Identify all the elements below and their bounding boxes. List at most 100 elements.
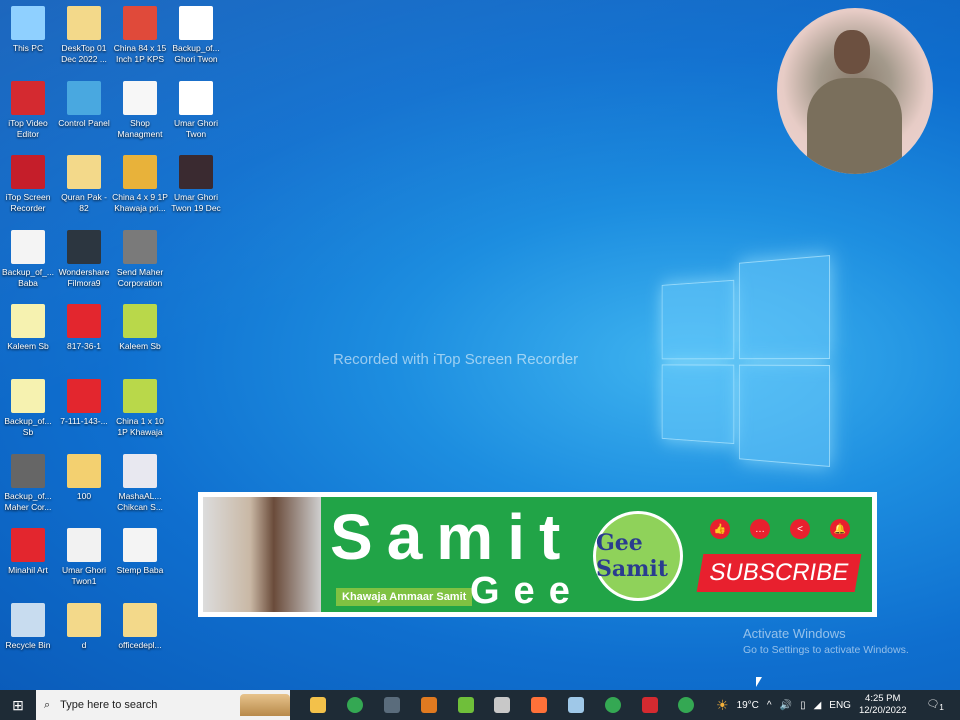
desktop-icon[interactable]: 817-36-1 bbox=[56, 304, 112, 352]
desktop-icon-label: China 4 x 9 1P Khawaja pri... bbox=[112, 192, 168, 214]
desktop-icon[interactable]: iTop Video Editor bbox=[0, 80, 56, 140]
clock-time: 4:25 PM bbox=[865, 693, 901, 704]
volume-icon[interactable]: 🔊 bbox=[780, 700, 792, 711]
taskbar-app-chrome-3[interactable] bbox=[668, 690, 705, 720]
calendar-app-icon bbox=[494, 697, 511, 713]
desktop-icon[interactable]: Kaleem Sb bbox=[0, 304, 56, 352]
desktop-icon[interactable]: officedepl... bbox=[112, 602, 168, 651]
chevron-up-icon[interactable]: ^ bbox=[767, 700, 772, 711]
taskbar-app-notes-app[interactable] bbox=[558, 690, 595, 720]
taskbar-app-calendar-app[interactable] bbox=[484, 690, 521, 720]
desktop-icon[interactable]: Backup_of... Sb bbox=[0, 379, 56, 438]
calculator-icon bbox=[383, 697, 400, 713]
desktop-icon[interactable]: Minahil Art bbox=[0, 528, 56, 576]
taskbar-app-corel[interactable] bbox=[447, 690, 484, 720]
file-icon bbox=[179, 80, 213, 115]
desktop-icon-label: Umar Ghori Twon 19 Dec bbox=[171, 192, 221, 214]
desktop-icon[interactable]: 100 bbox=[56, 453, 112, 502]
desktop-icon[interactable]: Shop Managment bbox=[112, 80, 168, 140]
search-placeholder: Type here to search bbox=[60, 699, 158, 711]
desktop-icon-label: iTop Video Editor bbox=[8, 117, 48, 139]
desktop-icon-label: Minahil Art bbox=[8, 565, 48, 576]
desktop-icon[interactable]: iTop Screen Recorder bbox=[0, 155, 56, 214]
search-icon: ⌕ bbox=[44, 698, 51, 711]
file-icon bbox=[11, 155, 45, 190]
itop-recorder-icon bbox=[641, 697, 658, 713]
notification-icon[interactable]: 🗨1 bbox=[927, 699, 944, 712]
desktop-icon[interactable]: Stemp Baba bbox=[112, 528, 168, 576]
desktop-icon[interactable]: Recycle Bin bbox=[0, 602, 56, 651]
desktop-icon-label: iTop Screen Recorder bbox=[5, 192, 51, 214]
windows-logo-wallpaper bbox=[661, 255, 830, 467]
desktop-icon[interactable]: This PC bbox=[0, 6, 56, 54]
chrome-2-icon bbox=[604, 697, 621, 713]
desktop-icon[interactable]: Backup_of_... Baba bbox=[0, 229, 56, 289]
desktop-icon[interactable]: d bbox=[56, 602, 112, 651]
corel-icon bbox=[457, 697, 474, 713]
desktop-icon-label: Backup_of... Maher Cor... bbox=[4, 490, 52, 512]
taskbar-app-calculator[interactable] bbox=[374, 690, 411, 720]
search-box[interactable]: ⌕ Type here to search bbox=[36, 690, 290, 720]
start-button[interactable]: ⊞ bbox=[0, 690, 36, 720]
file-icon bbox=[123, 6, 157, 40]
desktop-icon[interactable]: Umar Ghori Twon bbox=[168, 80, 224, 140]
desktop-icon-label: China 1 x 10 1P Khawaja bbox=[116, 416, 164, 437]
system-tray: ☀ 19°C ^ 🔊 ▯ ◢ ENG 4:25 PM 12/20/2022 🗨1 bbox=[716, 690, 944, 720]
wifi-icon[interactable]: ◢ bbox=[814, 700, 822, 711]
weather-icon[interactable]: ☀ bbox=[716, 697, 729, 714]
desktop-icon[interactable]: Send Maher Corporation bbox=[112, 229, 168, 289]
taskbar-app-photo-app[interactable] bbox=[410, 690, 447, 720]
desktop-icon-label: Kaleem Sb bbox=[119, 341, 161, 352]
banner-logo: Gee Samit bbox=[593, 511, 683, 601]
file-icon bbox=[11, 379, 45, 413]
desktop-icon[interactable]: Umar Ghori Twon1 bbox=[56, 528, 112, 587]
desktop-icon[interactable]: Quran Pak - 82 bbox=[56, 155, 112, 214]
banner-title: Samit bbox=[330, 501, 575, 573]
desktop-icon[interactable]: DeskTop 01 Dec 2022 ... bbox=[56, 6, 112, 65]
taskbar-app-file-explorer[interactable] bbox=[300, 690, 337, 720]
desktop-icon-label: Stemp Baba bbox=[116, 565, 164, 576]
desktop-icon-label: Wondershare Filmora9 bbox=[58, 266, 110, 288]
desktop-icon[interactable]: China 84 x 15 Inch 1P KPS bbox=[112, 6, 168, 65]
mouse-cursor bbox=[756, 677, 762, 687]
taskbar-app-chrome[interactable] bbox=[337, 690, 374, 720]
file-icon bbox=[123, 155, 157, 190]
desktop-icon[interactable]: Control Panel bbox=[56, 80, 112, 129]
desktop-icon[interactable]: 7-111-143-... bbox=[56, 379, 112, 427]
file-icon bbox=[11, 229, 45, 264]
subscribe-label: SUBSCRIBE bbox=[696, 554, 862, 592]
recorder-watermark: Recorded with iTop Screen Recorder bbox=[333, 351, 579, 368]
usb-icon[interactable]: ▯ bbox=[800, 700, 806, 711]
file-icon bbox=[67, 80, 101, 115]
taskbar-app-itop-recorder[interactable] bbox=[631, 690, 668, 720]
file-icon bbox=[123, 304, 157, 339]
weather-temp[interactable]: 19°C bbox=[737, 700, 759, 711]
desktop-icon[interactable]: Backup_of... Maher Cor... bbox=[0, 453, 56, 513]
desktop-icon-label: 100 bbox=[76, 490, 92, 501]
desktop-icon[interactable]: MashaAL... Chikcan S... bbox=[112, 453, 168, 513]
webcam-overlay bbox=[777, 8, 933, 174]
desktop-icon-label: Send Maher Corporation bbox=[116, 266, 164, 288]
like-icon: 👍 bbox=[710, 519, 730, 539]
channel-banner: Samit Khawaja Ammaar Samit Gee Gee Samit… bbox=[198, 492, 877, 617]
language-indicator[interactable]: ENG bbox=[829, 700, 851, 711]
chrome-icon bbox=[347, 697, 364, 713]
activate-windows-notice: Activate Windows Go to Settings to activ… bbox=[743, 626, 909, 656]
clock[interactable]: 4:25 PM 12/20/2022 bbox=[859, 693, 907, 717]
desktop-icon[interactable]: Backup_of... Ghori Twon bbox=[168, 6, 224, 65]
file-icon bbox=[67, 528, 101, 563]
activate-subtitle: Go to Settings to activate Windows. bbox=[743, 644, 909, 656]
desktop-icon-label: officedepl... bbox=[118, 639, 162, 650]
file-icon bbox=[11, 528, 45, 563]
clock-date: 12/20/2022 bbox=[858, 705, 907, 716]
desktop-icon[interactable]: China 4 x 9 1P Khawaja pri... bbox=[112, 155, 168, 214]
file-explorer-icon bbox=[310, 697, 327, 713]
desktop-icon-label: This PC bbox=[12, 43, 44, 53]
desktop-icon[interactable]: Umar Ghori Twon 19 Dec bbox=[168, 155, 224, 214]
taskbar-app-firefox[interactable] bbox=[521, 690, 558, 720]
desktop-icon[interactable]: China 1 x 10 1P Khawaja bbox=[112, 379, 168, 438]
desktop-icon-label: DeskTop 01 Dec 2022 ... bbox=[61, 43, 107, 64]
desktop-icon[interactable]: Kaleem Sb bbox=[112, 304, 168, 352]
desktop-icon[interactable]: Wondershare Filmora9 bbox=[56, 229, 112, 289]
taskbar-app-chrome-2[interactable] bbox=[594, 690, 631, 720]
